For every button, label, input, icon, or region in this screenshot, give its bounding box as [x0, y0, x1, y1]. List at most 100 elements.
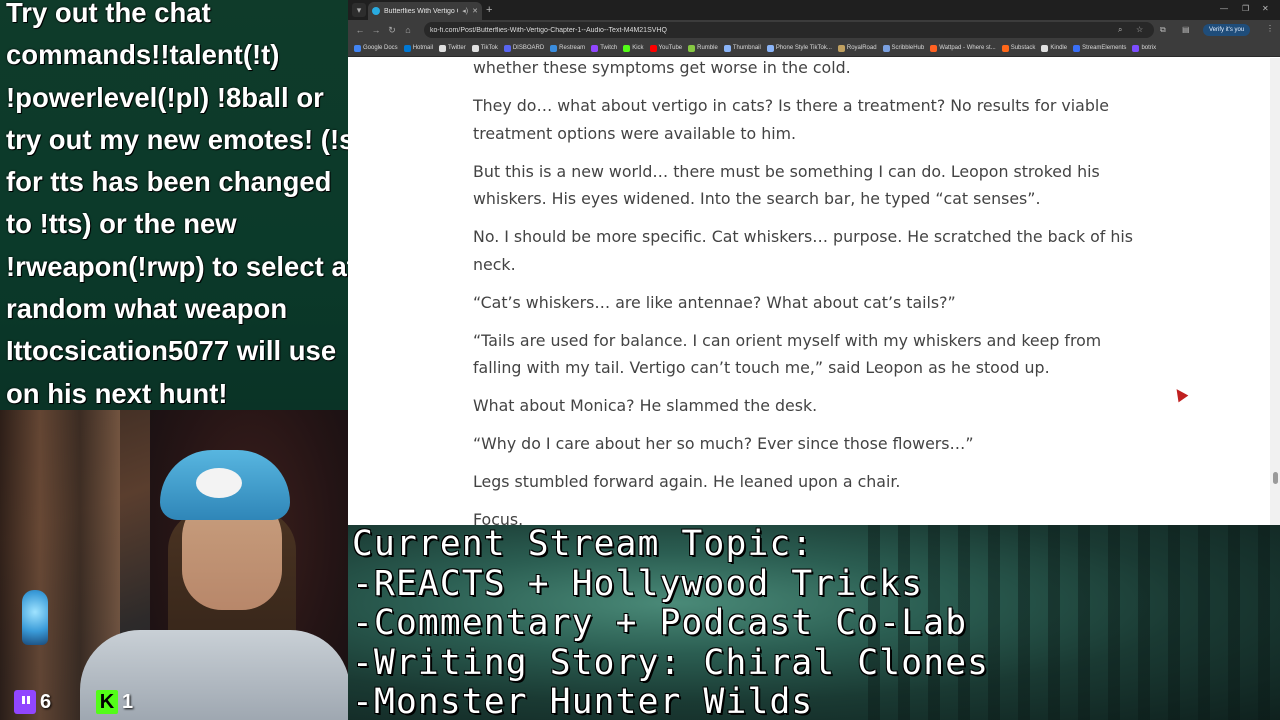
tab-active[interactable]: Butterflies With Vertigo Ch ◂) ✕	[368, 2, 482, 20]
bookmark-label: YouTube	[658, 45, 683, 51]
bookmark-item[interactable]: Google Docs	[354, 44, 398, 52]
kick-icon: K	[96, 690, 118, 714]
bookmark-item[interactable]: StreamElements	[1073, 44, 1127, 52]
bookmark-label: Kick	[632, 45, 644, 51]
twitch-viewer-count: 6	[40, 690, 52, 713]
bookmark-favicon-icon	[766, 44, 774, 52]
bookmark-favicon-icon	[688, 44, 696, 52]
stream-topic-line: -REACTS + Hollywood Tricks	[352, 563, 924, 604]
bookmark-favicon-icon	[882, 44, 890, 52]
article-paragraph: “Cat’s whiskers… are like antennae? What…	[473, 292, 956, 312]
article-paragraph: What about Monica? He slammed the desk.	[473, 396, 818, 415]
home-icon[interactable]: ⌂	[402, 24, 414, 36]
bookmark-favicon-icon	[550, 44, 558, 52]
bookmark-label: Phone Style TikTok...	[775, 45, 832, 51]
stream-topic-text: Current Stream Topic: -REACTS + Hollywood…	[352, 525, 989, 720]
bookmark-favicon-icon	[403, 44, 411, 52]
bookmark-label: TikTok	[480, 45, 498, 51]
bookmark-favicon-icon	[623, 44, 631, 52]
bookmark-label: Rumble	[697, 45, 718, 51]
address-bar[interactable]: ko-fi.com/Post/Butterflies-With-Vertigo-…	[424, 22, 1154, 38]
speaker-icon[interactable]: ◂)	[462, 7, 468, 15]
mouse-cursor-icon	[1171, 385, 1189, 403]
bookmark-star-icon[interactable]: ☆	[1136, 25, 1143, 34]
bookmark-favicon-icon	[591, 44, 599, 52]
chat-line: try out my new emotes! (!s	[6, 123, 348, 155]
bookmark-item[interactable]: DISBOARD	[503, 44, 545, 52]
bookmark-item[interactable]: RoyalRoad	[837, 44, 877, 52]
article-paragraph: Legs stumbled forward again. He leaned u…	[473, 472, 901, 491]
bookmark-item[interactable]: ScribbleHub	[882, 44, 925, 52]
article-paragraph: Focus.	[473, 510, 524, 525]
reload-icon[interactable]: ↻	[386, 24, 398, 36]
bookmark-item[interactable]: Wattpad - Where st...	[930, 44, 996, 52]
bookmark-label: ScribbleHub	[891, 45, 925, 51]
bookmark-label: Thumbnail	[732, 45, 761, 51]
close-window-icon[interactable]: ✕	[1262, 4, 1269, 13]
article-paragraph: “Why do I care about her so much? Ever s…	[473, 434, 974, 453]
maximize-icon[interactable]: ❐	[1242, 4, 1249, 13]
tab-strip: ▾ Butterflies With Vertigo Ch ◂) ✕ + — ❐…	[348, 0, 1280, 20]
bookmark-item[interactable]: Phone Style TikTok...	[766, 44, 832, 52]
bookmark-label: Restream	[559, 45, 586, 51]
chat-line: !rweapon(!rwp) to select at	[6, 250, 348, 282]
kick-viewer-badge: K 1	[96, 688, 133, 716]
chat-commands-overlay: Try out the chat commands!!talent(!t) !pow…	[0, 0, 348, 410]
bookmark-label: RoyalRoad	[846, 45, 877, 51]
kick-viewer-count: 1	[122, 690, 134, 713]
bookmark-favicon-icon	[649, 44, 657, 52]
chat-line: !powerlevel(!pl) !8ball or	[6, 81, 324, 113]
article-paragraph: No. I should be more specific. Cat whisk…	[473, 227, 1134, 274]
bookmark-label: StreamElements	[1082, 45, 1127, 51]
bookmark-item[interactable]: Kick	[623, 44, 644, 52]
minimize-icon[interactable]: —	[1220, 4, 1228, 13]
chat-line: to !tts) or the new	[6, 208, 237, 240]
bookmark-label: Kindle	[1050, 45, 1068, 51]
bookmark-favicon-icon	[439, 44, 447, 52]
bookmark-item[interactable]: Restream	[550, 44, 586, 52]
bookmark-item[interactable]: Kindle	[1041, 44, 1068, 52]
verify-profile-button[interactable]: Verify it's you	[1203, 24, 1251, 36]
chat-line: for tts has been changed	[6, 166, 332, 198]
bookmark-item[interactable]: YouTube	[649, 44, 683, 52]
bookmark-item[interactable]: Hotmail	[403, 44, 433, 52]
bookmark-favicon-icon	[1001, 44, 1009, 52]
bookmark-item[interactable]: Thumbnail	[723, 44, 761, 52]
chat-line: commands!!talent(!t)	[6, 39, 280, 71]
bookmark-item[interactable]: Twitch	[591, 44, 617, 52]
bookmark-label: Substack	[1010, 45, 1036, 51]
stream-topic-panel: Current Stream Topic: -REACTS + Hollywood…	[348, 525, 1280, 720]
menu-kebab-icon[interactable]: ⋮	[1266, 24, 1274, 33]
webcam-feed: 6 K 1	[0, 410, 348, 720]
article-paragraph: whether these symptoms get worse in the …	[473, 58, 851, 77]
beanie-emblem	[196, 468, 242, 498]
bookmark-favicon-icon	[723, 44, 731, 52]
bookmark-label: Wattpad - Where st...	[939, 45, 996, 51]
zoom-icon[interactable]: ⌕	[1118, 25, 1122, 35]
bookmark-item[interactable]: Rumble	[688, 44, 718, 52]
bookmark-label: DISBOARD	[512, 45, 545, 51]
bookmark-favicon-icon	[471, 44, 479, 52]
bookmark-favicon-icon	[837, 44, 845, 52]
page-scrollbar[interactable]	[1270, 58, 1280, 525]
bookmark-item[interactable]: TikTok	[471, 44, 498, 52]
chat-line: Try out the chat	[6, 0, 211, 28]
new-tab-button[interactable]: +	[486, 3, 492, 17]
chat-line: Ittocsication5077 will use	[6, 335, 337, 367]
forward-icon[interactable]: →	[370, 24, 382, 36]
bookmark-favicon-icon	[1073, 44, 1081, 52]
bookmark-item[interactable]: Substack	[1001, 44, 1036, 52]
lava-lamp	[22, 590, 48, 645]
bookmark-item[interactable]: botrix	[1132, 44, 1157, 52]
bookmark-item[interactable]: Twitter	[439, 44, 466, 52]
stream-topic-line: -Monster Hunter Wilds	[352, 682, 814, 720]
bookmark-label: botrix	[1141, 45, 1157, 51]
tab-groups-icon[interactable]: ▤	[1182, 25, 1190, 34]
scrollbar-thumb[interactable]	[1273, 472, 1278, 484]
tab-close-icon[interactable]: ✕	[472, 7, 478, 15]
tab-search-button[interactable]: ▾	[352, 3, 366, 17]
url-text: ko-fi.com/Post/Butterflies-With-Vertigo-…	[430, 26, 667, 34]
bookmark-favicon-icon	[1041, 44, 1049, 52]
extensions-icon[interactable]: ⧉	[1160, 25, 1166, 35]
back-icon[interactable]: ←	[354, 24, 366, 36]
